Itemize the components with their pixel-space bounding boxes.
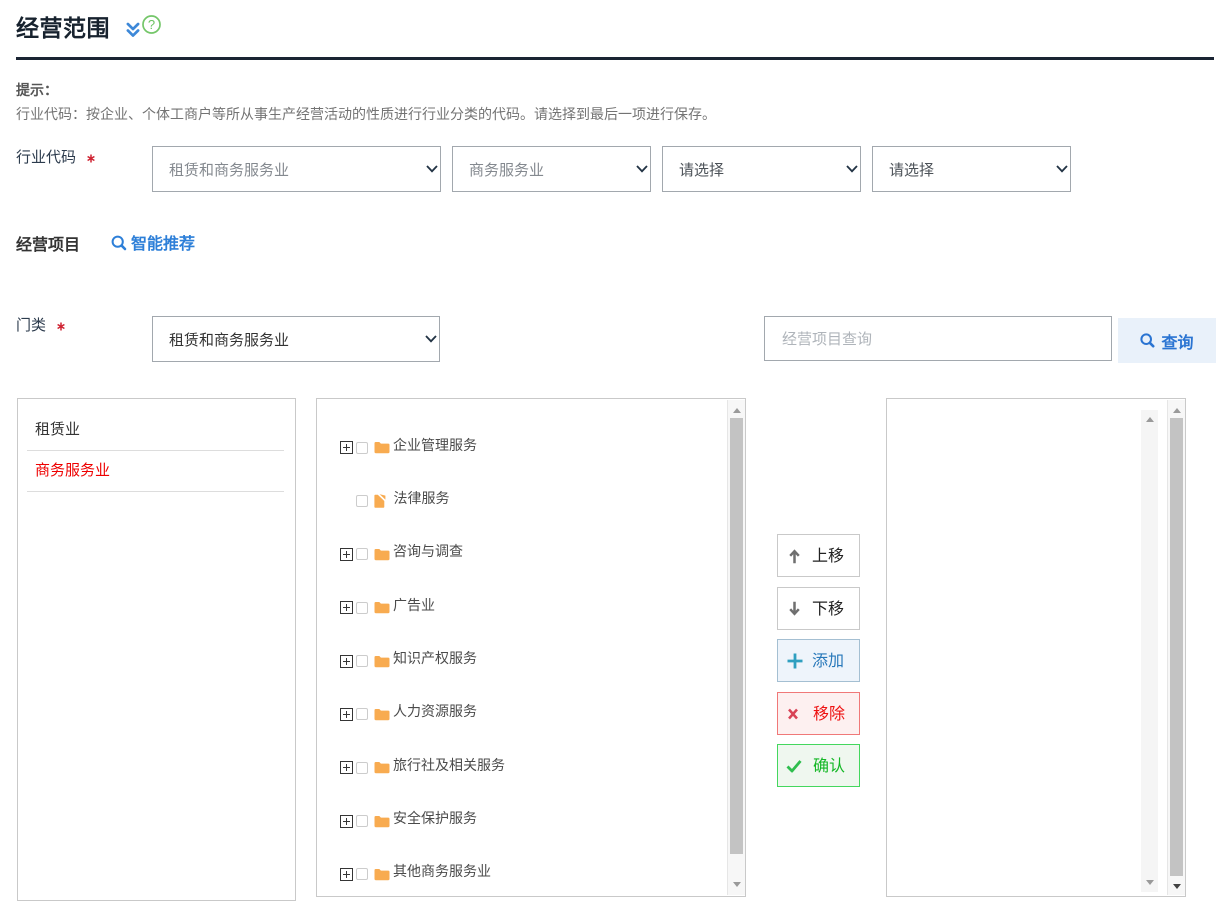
svg-text:?: ?: [148, 17, 155, 32]
